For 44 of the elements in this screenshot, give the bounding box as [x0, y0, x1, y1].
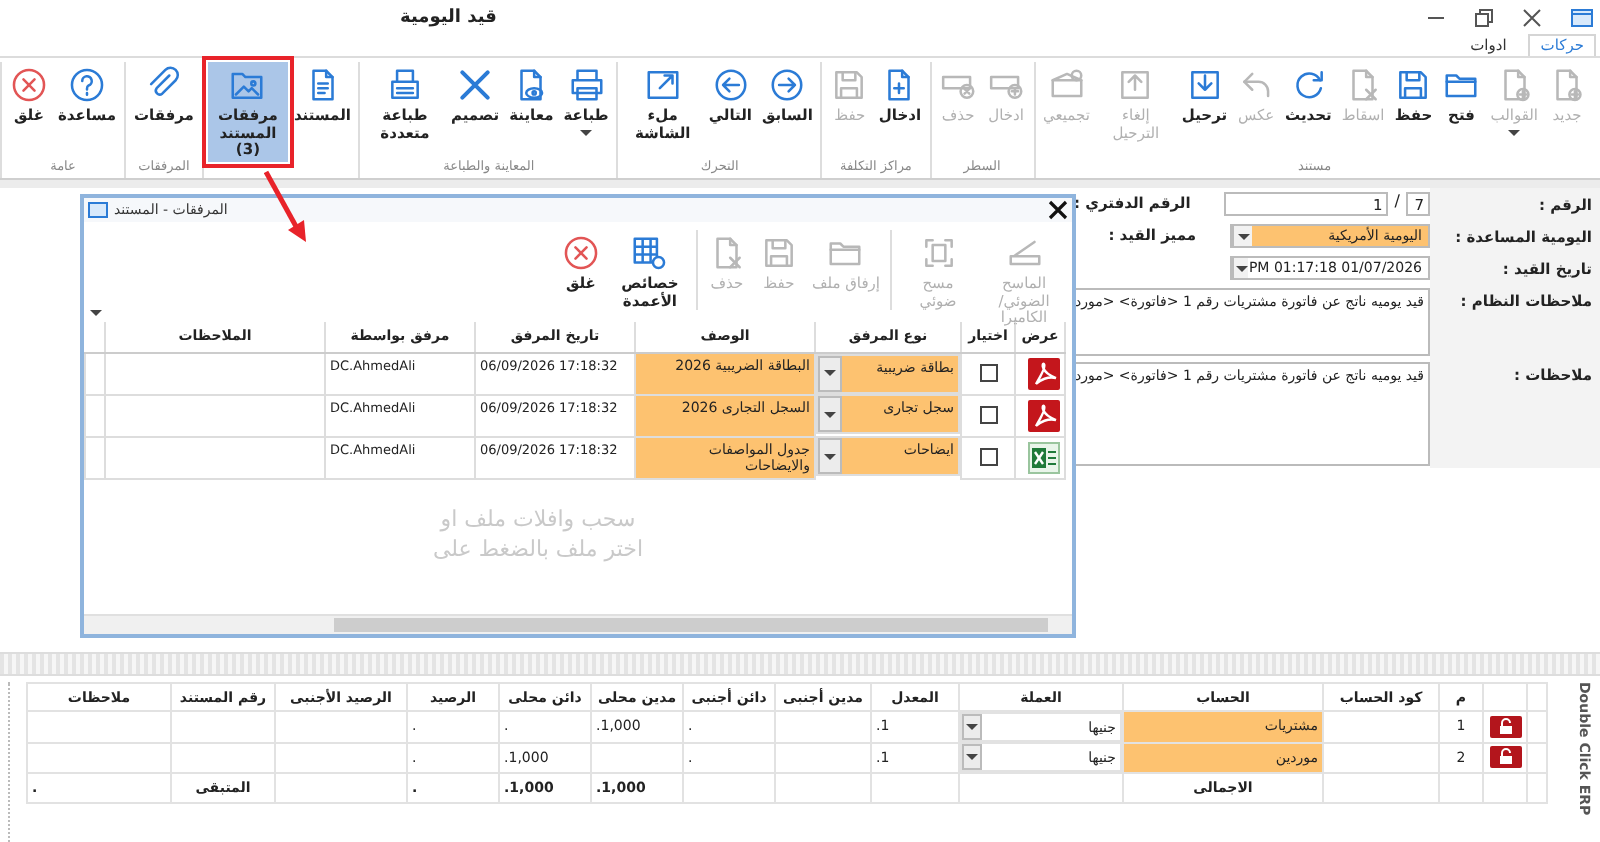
caret-icon [824, 370, 836, 376]
close-button[interactable] [1048, 200, 1068, 220]
lock-icon[interactable] [1489, 715, 1521, 738]
expand-icon [643, 66, 682, 104]
caret-icon [580, 129, 593, 136]
lock-icon[interactable] [1489, 746, 1521, 769]
separator-text: / [1394, 192, 1400, 210]
pdf-file-icon[interactable] [1028, 357, 1060, 389]
save-icon [830, 66, 869, 104]
close-icon [561, 234, 600, 272]
app-icon [1570, 5, 1594, 29]
restore-button[interactable] [1474, 7, 1494, 27]
caret-icon [824, 411, 836, 417]
caret-icon [1235, 265, 1248, 271]
pdf-file-icon[interactable] [1028, 399, 1060, 431]
caret-icon [966, 754, 978, 760]
fax-icon [385, 66, 424, 104]
arrow-right-icon [768, 66, 807, 104]
cross-tools-icon [456, 66, 495, 104]
caret-icon [824, 453, 836, 459]
close-icon [10, 66, 48, 104]
close-button[interactable] [1522, 7, 1542, 27]
pointer-arrow [263, 169, 308, 246]
tray-up-icon [1116, 66, 1155, 104]
tray-down-icon [1185, 66, 1224, 104]
save-icon [1394, 66, 1433, 104]
caret-icon [1237, 233, 1249, 239]
scan-icon [919, 234, 957, 272]
highlight-frame [201, 56, 294, 168]
printer-icon [567, 66, 606, 104]
caret-icon [1508, 129, 1521, 136]
window-title: قيد اليومية [400, 7, 497, 27]
caret-icon [90, 310, 102, 316]
help-icon [68, 66, 106, 104]
arrow-left-icon [711, 66, 750, 104]
window-icon [88, 200, 108, 220]
save-icon [759, 234, 798, 272]
checkbox[interactable] [979, 447, 997, 465]
table-gear-icon [630, 234, 669, 272]
checkbox[interactable] [979, 363, 997, 381]
checkbox[interactable] [979, 405, 997, 423]
caret-icon [966, 724, 978, 730]
scrollbar[interactable] [84, 614, 1072, 634]
spreadsheet-file-icon[interactable] [1028, 441, 1060, 473]
